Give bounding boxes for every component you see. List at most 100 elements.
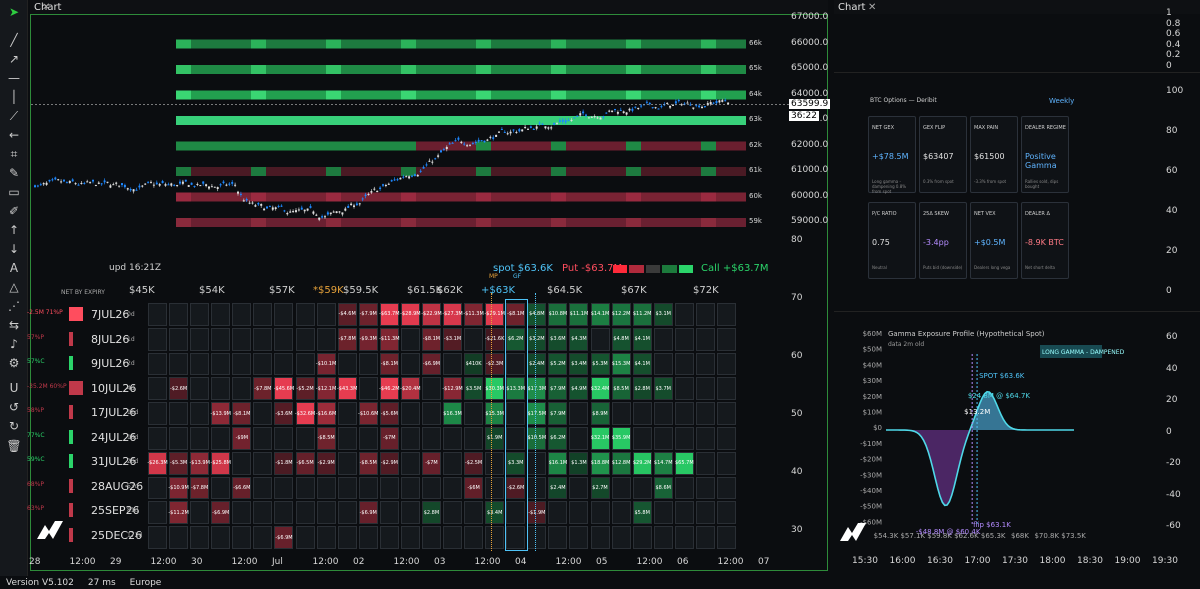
heatmap-cell[interactable] <box>148 476 168 500</box>
extended-line-icon[interactable]: ⟋ <box>4 106 24 126</box>
pattern-icon[interactable]: ⋰ <box>4 296 24 316</box>
settings-icon[interactable]: ⚙ <box>4 353 24 373</box>
heatmap-cell[interactable] <box>590 327 610 351</box>
heatmap-cell[interactable] <box>653 501 673 525</box>
price-chart[interactable] <box>31 15 829 235</box>
heatmap-cell[interactable] <box>464 427 484 450</box>
heatmap-cell[interactable]: -$10.9M <box>168 476 189 500</box>
heatmap-cell[interactable]: $3.4M <box>485 501 505 525</box>
heatmap-cell[interactable]: -$32.6M <box>295 402 315 425</box>
trash-icon[interactable]: 🗑 <box>4 436 24 456</box>
heatmap-cell[interactable] <box>337 526 357 549</box>
heatmap-cell[interactable]: -$7M <box>421 451 441 475</box>
triangle-icon[interactable]: △ <box>4 277 24 297</box>
eraser-icon[interactable]: ▭ <box>4 182 24 202</box>
heatmap-cell[interactable] <box>421 377 441 401</box>
heatmap-cell[interactable]: $5.2M <box>548 352 568 376</box>
heatmap-cell[interactable] <box>148 427 168 450</box>
heatmap-cell[interactable] <box>443 352 463 376</box>
heatmap-cell[interactable] <box>716 352 736 376</box>
heatmap-cell[interactable]: -$8.5M <box>316 427 336 450</box>
metric-card[interactable]: P/C RATIO 0.75 Neutral <box>868 202 916 279</box>
text-icon[interactable]: A <box>4 258 24 278</box>
heatmap-cell[interactable] <box>611 501 631 525</box>
heatmap-cell[interactable] <box>443 501 463 525</box>
heatmap-cell[interactable]: $2.4M <box>548 476 568 500</box>
heatmap-cell[interactable]: $16.1M <box>548 451 568 475</box>
heatmap-cell[interactable] <box>253 427 273 450</box>
heatmap-cell[interactable] <box>421 427 441 450</box>
heatmap-cell[interactable]: -$22.9M <box>421 303 442 326</box>
period-selector[interactable]: Weekly <box>1049 97 1074 105</box>
heatmap-cell[interactable]: -$6.9M <box>421 352 441 376</box>
heatmap-cell[interactable] <box>169 402 189 425</box>
heatmap-cell[interactable]: -$26.3M <box>147 451 168 475</box>
heatmap-cell[interactable]: -$2.9M <box>379 451 399 475</box>
heatmap-cell[interactable] <box>169 427 189 450</box>
heatmap-cell[interactable] <box>190 377 210 401</box>
heatmap-cell[interactable]: -$10.6M <box>358 402 378 425</box>
heatmap-cell[interactable] <box>316 526 336 549</box>
heatmap-cell[interactable]: $4.1M <box>632 352 652 376</box>
heatmap-cell[interactable]: -$2.5M <box>464 451 484 475</box>
heatmap-cell[interactable] <box>295 352 315 376</box>
heatmap-cell[interactable]: -$8.5M <box>358 451 378 475</box>
heatmap-cell[interactable] <box>316 303 336 326</box>
heatmap-cell[interactable] <box>632 526 652 549</box>
heatmap-cell[interactable] <box>674 501 694 525</box>
metric-card[interactable]: NET GEX +$78.5M Long gamma - dampening 0.8… <box>868 116 916 194</box>
heatmap-cell[interactable] <box>358 377 378 401</box>
heatmap-cell[interactable] <box>190 402 210 425</box>
heatmap-cell[interactable] <box>295 501 315 525</box>
heatmap-cell[interactable]: $32.1M <box>590 427 610 450</box>
heatmap-cell[interactable] <box>695 501 715 525</box>
heatmap-cell[interactable] <box>400 476 420 500</box>
heatmap-cell[interactable] <box>400 501 420 525</box>
expiry-name[interactable]: 7JUL26 <box>91 308 129 321</box>
heatmap-cell[interactable] <box>716 451 736 475</box>
heatmap-cell[interactable]: -$11.2M <box>168 501 189 525</box>
heatmap-cell[interactable] <box>485 476 505 500</box>
heatmap-cell[interactable] <box>232 377 252 401</box>
heatmap-cell[interactable]: -$11.3M <box>463 303 484 326</box>
undo-icon[interactable]: ↺ <box>4 397 24 417</box>
heatmap-cell[interactable]: -$29.1M <box>484 303 505 326</box>
heatmap-cell[interactable] <box>632 476 652 500</box>
heatmap-cell[interactable] <box>485 526 505 549</box>
heatmap-cell[interactable] <box>716 327 736 351</box>
heatmap-cell[interactable] <box>190 526 210 549</box>
heatmap-cell[interactable] <box>590 501 610 525</box>
heatmap-cell[interactable] <box>316 327 336 351</box>
heatmap-cell[interactable] <box>337 427 357 450</box>
heatmap-cell[interactable]: -$5.3M <box>169 451 189 475</box>
heatmap-cell[interactable] <box>716 526 736 549</box>
heatmap-cell[interactable] <box>169 303 189 326</box>
heatmap-cell[interactable] <box>274 327 294 351</box>
heatmap-cell[interactable] <box>295 526 315 549</box>
heatmap-cell[interactable]: $65.7M <box>674 451 694 475</box>
heatmap-cell[interactable] <box>253 303 273 326</box>
expiry-name[interactable]: 9JUL26 <box>91 357 129 370</box>
arrow-down-icon[interactable]: ↓ <box>4 239 24 259</box>
heatmap-cell[interactable] <box>569 526 589 549</box>
heatmap-cell[interactable]: $5.8M <box>632 501 652 525</box>
heatmap-cell[interactable]: $4.9M <box>569 377 589 401</box>
heatmap-cell[interactable] <box>148 327 168 351</box>
heatmap-cell[interactable] <box>169 526 189 549</box>
metric-card[interactable]: MAX PAIN $61500 -3.3% from spot <box>970 116 1018 193</box>
heatmap-cell[interactable]: $2.7M <box>590 476 610 500</box>
heatmap-cell[interactable]: -$13.9M <box>211 402 231 425</box>
heatmap-cell[interactable]: -$3.1M <box>443 327 463 351</box>
heatmap-cell[interactable]: $15.3M <box>485 402 505 425</box>
heatmap-cell[interactable] <box>148 526 168 549</box>
heatmap-cell[interactable] <box>232 526 252 549</box>
metric-card[interactable]: DEALER Δ -8.9K BTC Net short delta <box>1021 202 1069 279</box>
heatmap-cell[interactable] <box>674 303 694 326</box>
heatmap-cell[interactable]: $4.8M <box>611 327 631 351</box>
heatmap-cell[interactable] <box>716 303 736 326</box>
heatmap-cell[interactable]: -$6.9M <box>274 526 294 549</box>
heatmap-cell[interactable]: -$2.3M <box>485 352 505 376</box>
heatmap-cell[interactable] <box>464 402 484 425</box>
crop-icon[interactable]: ⌗ <box>4 144 24 164</box>
heatmap-cell[interactable] <box>253 402 273 425</box>
